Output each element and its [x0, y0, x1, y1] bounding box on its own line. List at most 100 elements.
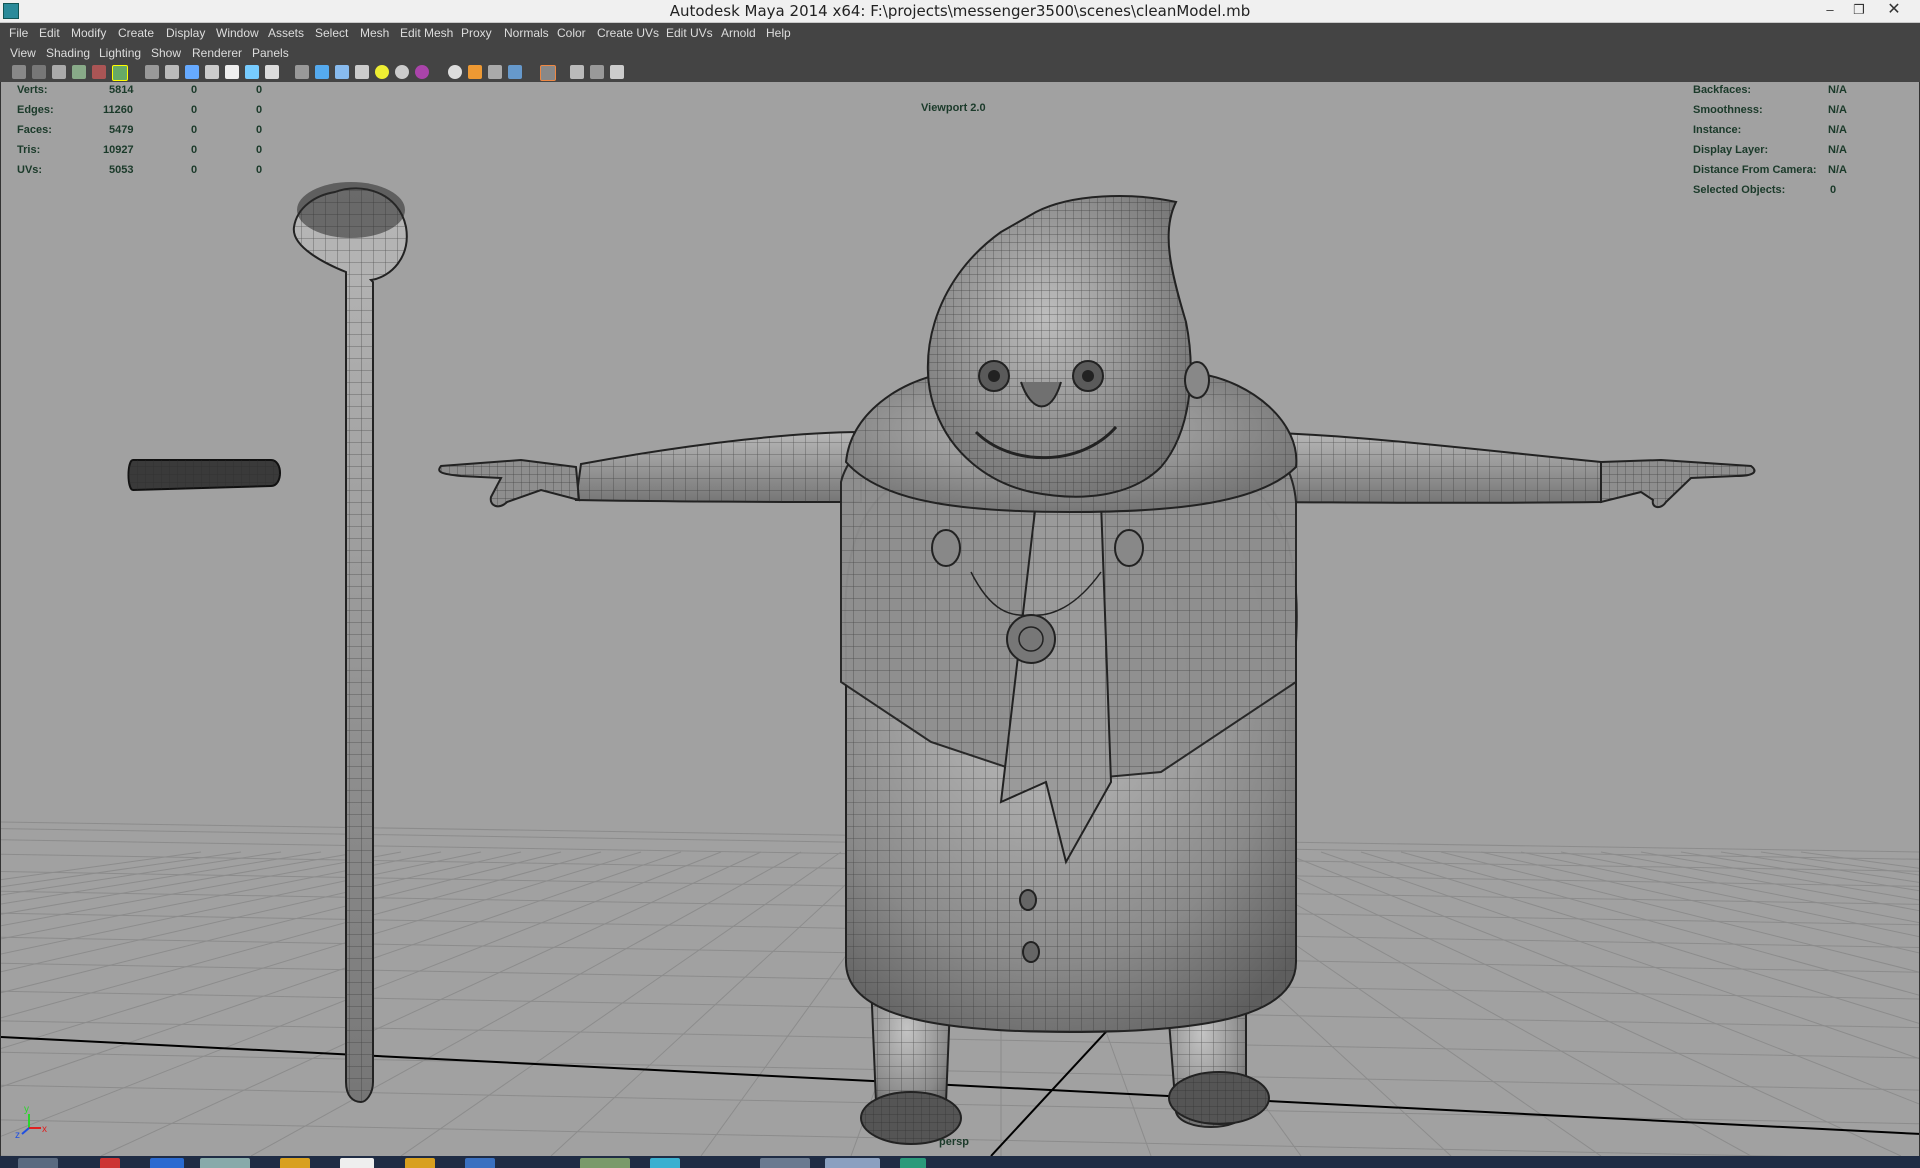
- backface-culling-icon[interactable]: [610, 65, 624, 79]
- character-mesh[interactable]: [438, 195, 1756, 1145]
- menu-create-uvs[interactable]: Create UVs: [597, 26, 659, 40]
- taskbar-app-item[interactable]: [405, 1158, 435, 1168]
- grid-line: [1640, 851, 1919, 901]
- menu-color[interactable]: Color: [557, 26, 586, 40]
- taskbar-app-item[interactable]: [580, 1158, 630, 1168]
- grid-icon[interactable]: [145, 65, 159, 79]
- view-axis-indicator: y x z: [15, 1104, 47, 1141]
- wireframe-icon[interactable]: [295, 65, 309, 79]
- restore-button[interactable]: ❐: [1845, 1, 1873, 19]
- safe-title-icon[interactable]: [265, 65, 279, 79]
- grid-line: [1, 851, 322, 905]
- hud-faces-total: 5479: [109, 124, 134, 136]
- menu-edit[interactable]: Edit: [39, 26, 60, 40]
- menu-arnold[interactable]: Arnold: [721, 26, 756, 40]
- bookmark-icon[interactable]: [52, 65, 66, 79]
- grid-line: [1400, 851, 1919, 996]
- panel-menu-lighting[interactable]: Lighting: [99, 46, 141, 60]
- menu-normals[interactable]: Normals: [504, 26, 549, 40]
- menu-display[interactable]: Display: [166, 26, 205, 40]
- hud-tris-label: Tris:: [17, 144, 41, 156]
- lock-camera-icon[interactable]: [32, 65, 46, 79]
- isolate-select-icon[interactable]: [540, 65, 556, 81]
- minimize-button[interactable]: –: [1816, 1, 1844, 19]
- select-camera-icon[interactable]: [12, 65, 26, 79]
- taskbar-app-item[interactable]: [18, 1158, 58, 1168]
- xray-icon[interactable]: [570, 65, 584, 79]
- gate-mask-icon[interactable]: [205, 65, 219, 79]
- textured-icon[interactable]: [355, 65, 369, 79]
- shadows-icon[interactable]: [415, 65, 429, 79]
- taskbar-app-item[interactable]: [100, 1158, 120, 1168]
- scroll-mesh[interactable]: [127, 459, 281, 492]
- menu-file[interactable]: File: [9, 26, 28, 40]
- taskbar-app-item[interactable]: [465, 1158, 495, 1168]
- panel-menu-shading[interactable]: Shading: [46, 46, 90, 60]
- taskbar-app-item[interactable]: [280, 1158, 310, 1168]
- axis-label-y: y: [24, 1104, 29, 1115]
- panel-menu-view[interactable]: View: [10, 46, 36, 60]
- hud-tris-selected: 0: [191, 144, 198, 156]
- hud-uvs-other: 0: [256, 164, 263, 176]
- hud-tris-other: 0: [256, 144, 263, 156]
- hud-distance-label: Distance From Camera:: [1693, 164, 1817, 176]
- menu-edit-uvs[interactable]: Edit UVs: [666, 26, 713, 40]
- all-lights-icon[interactable]: [395, 65, 409, 79]
- menu-assets[interactable]: Assets: [268, 26, 304, 40]
- staff-mesh[interactable]: [292, 182, 408, 1104]
- depth-of-field-icon[interactable]: [508, 65, 522, 79]
- default-light-icon[interactable]: [375, 65, 389, 79]
- hud-tris-total: 10927: [103, 144, 134, 156]
- taskbar-app-item[interactable]: [760, 1158, 810, 1168]
- menu-help[interactable]: Help: [766, 26, 791, 40]
- menu-window[interactable]: Window: [216, 26, 259, 40]
- menu-create[interactable]: Create: [118, 26, 154, 40]
- safe-action-icon[interactable]: [245, 65, 259, 79]
- main-menu-bar: File Edit Modify Create Display Window A…: [0, 23, 1920, 43]
- hud-faces-label: Faces:: [17, 124, 52, 136]
- window-title: Autodesk Maya 2014 x64: F:\projects\mess…: [669, 2, 1251, 20]
- grid-line: [1, 851, 362, 915]
- film-gate-icon[interactable]: [165, 65, 179, 79]
- grid-line: [1760, 851, 1919, 876]
- anti-alias-icon[interactable]: [488, 65, 502, 79]
- grid-line: [1, 851, 602, 1019]
- axis-label-x: x: [42, 1124, 47, 1135]
- grid-line: [1720, 851, 1919, 883]
- taskbar-app-item[interactable]: [650, 1158, 680, 1168]
- xray-joints-icon[interactable]: [590, 65, 604, 79]
- image-plane-icon[interactable]: [72, 65, 86, 79]
- left-pupil: [988, 370, 1000, 382]
- hud-backfaces-label: Backfaces:: [1693, 84, 1752, 96]
- field-chart-icon[interactable]: [225, 65, 239, 79]
- grid-line: [250, 851, 802, 1156]
- taskbar-app-item[interactable]: [825, 1158, 880, 1168]
- taskbar-app-item[interactable]: [150, 1158, 184, 1168]
- panel-menu-panels[interactable]: Panels: [252, 46, 289, 60]
- scene-canvas[interactable]: y x z: [1, 82, 1920, 1156]
- taskbar-app-item[interactable]: [900, 1158, 926, 1168]
- screen-space-ao-icon[interactable]: [448, 65, 462, 79]
- menu-edit-mesh[interactable]: Edit Mesh: [400, 26, 453, 40]
- grid-line: [1, 851, 202, 881]
- resolution-gate-icon[interactable]: [185, 65, 199, 79]
- wireframe-on-shaded-icon[interactable]: [335, 65, 349, 79]
- menu-modify[interactable]: Modify: [71, 26, 106, 40]
- hud-edges-label: Edges:: [17, 104, 54, 116]
- menu-mesh[interactable]: Mesh: [360, 26, 389, 40]
- perspective-viewport[interactable]: y x z Verts: 5814 0 0 Edges: 11260 0 0 F…: [0, 82, 1920, 1156]
- menu-select[interactable]: Select: [315, 26, 348, 40]
- vest-button: [1019, 889, 1037, 911]
- smooth-shade-icon[interactable]: [315, 65, 329, 79]
- hud-verts-other: 0: [256, 84, 263, 96]
- hud-verts-label: Verts:: [17, 84, 48, 96]
- panel-menu-show[interactable]: Show: [151, 46, 181, 60]
- menu-proxy[interactable]: Proxy: [461, 26, 492, 40]
- panel-menu-renderer[interactable]: Renderer: [192, 46, 242, 60]
- close-button[interactable]: ✕: [1880, 1, 1908, 19]
- taskbar-app-item[interactable]: [200, 1158, 250, 1168]
- motion-blur-icon[interactable]: [468, 65, 482, 79]
- two-d-pan-icon[interactable]: [92, 65, 106, 79]
- grease-pencil-icon[interactable]: [112, 65, 128, 81]
- taskbar-app-item[interactable]: [340, 1158, 374, 1168]
